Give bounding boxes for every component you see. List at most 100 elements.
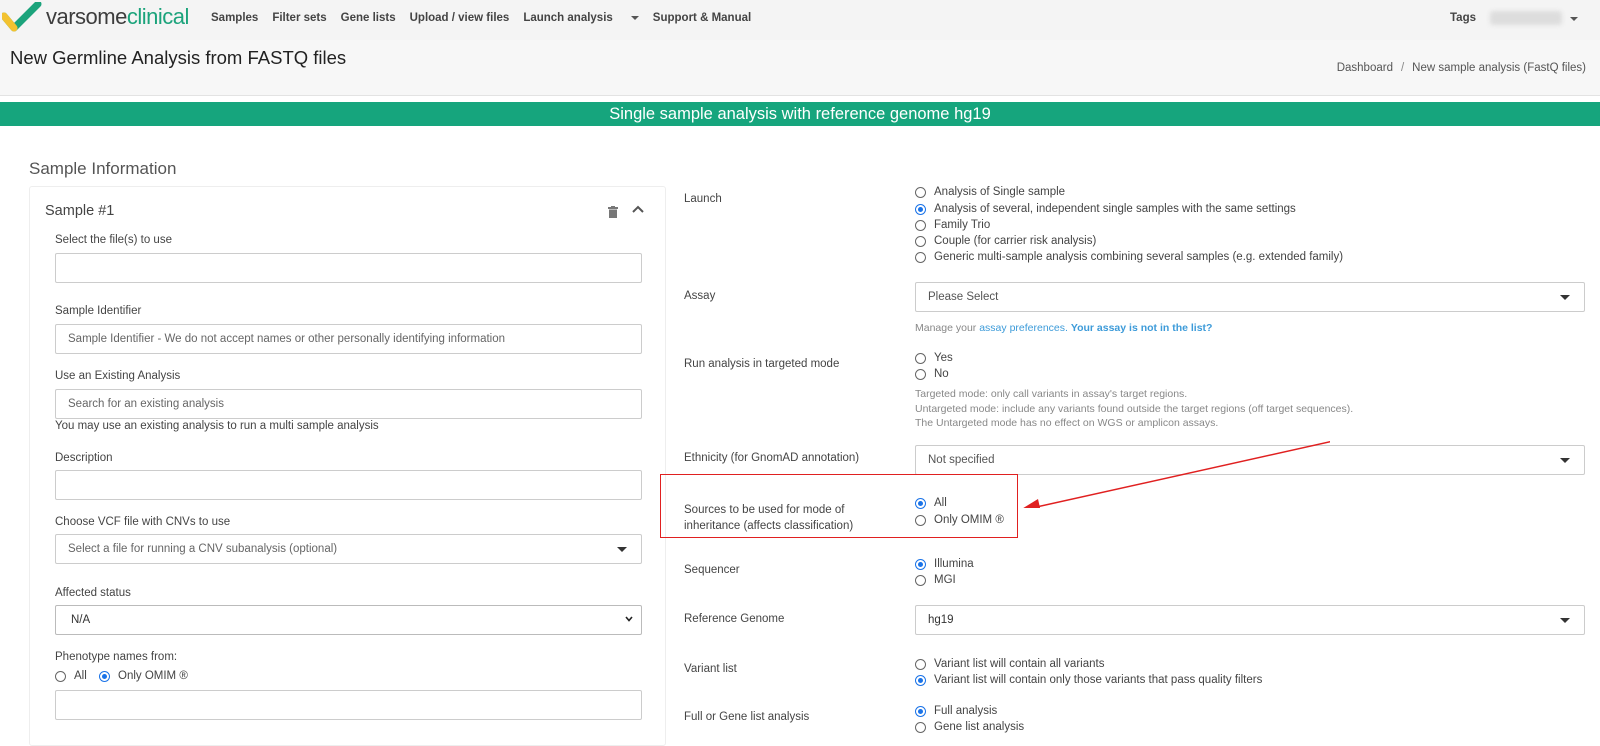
dropdown-caret-icon <box>1560 458 1570 463</box>
varsome-logo[interactable]: varsomeclinical <box>2 2 192 32</box>
existing-analysis-placeholder: Search for an existing analysis <box>68 398 224 410</box>
phenotype-input[interactable] <box>55 690 642 720</box>
radio-button-selected[interactable] <box>915 674 926 686</box>
breadcrumb-dashboard[interactable]: Dashboard <box>1337 62 1393 74</box>
radio-button[interactable] <box>915 352 926 364</box>
radio-button[interactable] <box>915 186 926 198</box>
full-analysis-radio[interactable]: Full analysis <box>915 705 997 717</box>
radio-button-selected[interactable] <box>915 203 926 215</box>
user-menu-blurred[interactable] <box>1490 11 1562 25</box>
trash-icon[interactable] <box>608 206 618 218</box>
nav-menu: Samples Filter sets Gene lists Upload / … <box>211 12 765 24</box>
variant-all[interactable]: Variant list will contain all variants <box>915 658 1104 670</box>
chevron-down-icon <box>625 616 633 622</box>
sample-information-title: Sample Information <box>29 159 177 178</box>
sequencer-illumina[interactable]: Illumina <box>915 558 974 570</box>
sample-card-title: Sample #1 <box>45 203 115 219</box>
assay-not-in-list-link[interactable]: Your assay is not in the list? <box>1071 322 1213 334</box>
nav-tags[interactable]: Tags <box>1450 12 1476 24</box>
launch-option-label: Generic multi-sample analysis combining … <box>934 251 1344 263</box>
launch-option-trio[interactable]: Family Trio <box>915 219 990 231</box>
inheritance-omim[interactable]: Only OMIM ® <box>915 514 1004 526</box>
dropdown-caret-icon <box>1560 618 1570 623</box>
launch-option-multi[interactable]: Generic multi-sample analysis combining … <box>915 251 1343 263</box>
nav-launch-analysis-label: Launch analysis <box>523 12 613 24</box>
launch-option-couple[interactable]: Couple (for carrier risk analysis) <box>915 235 1096 247</box>
radio-button[interactable] <box>915 235 926 247</box>
radio-button-selected[interactable] <box>915 497 926 509</box>
radio-button[interactable] <box>915 368 926 380</box>
nav-filter-sets[interactable]: Filter sets <box>272 12 326 24</box>
chevron-up-icon[interactable] <box>632 204 644 214</box>
phenotype-radio-omim[interactable]: Only OMIM ® <box>99 670 188 682</box>
assay-preferences-link[interactable]: assay preferences. <box>979 322 1068 334</box>
nav-gene-lists[interactable]: Gene lists <box>341 12 396 24</box>
launch-option-label: Analysis of Single sample <box>934 186 1066 198</box>
chevron-down-icon <box>630 15 639 20</box>
page-title: New Germline Analysis from FASTQ files <box>10 47 347 68</box>
radio-button[interactable] <box>915 514 926 526</box>
ethnicity-label: Ethnicity (for GnomAD annotation) <box>684 452 860 464</box>
launch-option-label: Analysis of several, independent single … <box>934 203 1296 215</box>
radio-button-selected[interactable] <box>99 670 110 682</box>
gene-list-analysis-label: Full or Gene list analysis <box>684 711 810 723</box>
variant-list-label: Variant list <box>684 663 737 675</box>
breadcrumb-separator: / <box>1400 62 1405 74</box>
description-input[interactable] <box>55 470 642 500</box>
breadcrumb-current: New sample analysis (FastQ files) <box>1412 62 1586 74</box>
radio-button[interactable] <box>915 658 926 670</box>
inheritance-all[interactable]: All <box>915 497 947 509</box>
vcf-cnv-label: Choose VCF file with CNVs to use <box>55 516 231 528</box>
nav-upload-files[interactable]: Upload / view files <box>410 12 510 24</box>
files-label: Select the file(s) to use <box>55 234 172 246</box>
launch-option-label: Family Trio <box>934 219 991 231</box>
radio-button[interactable] <box>915 574 926 586</box>
files-input[interactable] <box>55 253 642 283</box>
sample-identifier-input[interactable]: Sample Identifier - We do not accept nam… <box>55 324 642 354</box>
existing-analysis-label: Use an Existing Analysis <box>55 370 181 382</box>
sequencer-mgi-label: MGI <box>934 574 956 586</box>
user-chevron-down-icon[interactable] <box>1570 17 1578 21</box>
radio-button-selected[interactable] <box>915 558 926 570</box>
radio-button[interactable] <box>915 219 926 231</box>
variant-all-label: Variant list will contain all variants <box>934 658 1105 670</box>
variant-pass-label: Variant list will contain only those var… <box>934 674 1263 686</box>
breadcrumb: Dashboard / New sample analysis (FastQ fil… <box>1337 62 1586 74</box>
inheritance-label-line1: Sources to be used for mode of <box>684 504 845 516</box>
reference-genome-value: hg19 <box>928 614 954 626</box>
launch-option-single[interactable]: Analysis of Single sample <box>915 186 1065 198</box>
targeted-help-1: Targeted mode: only call variants in ass… <box>915 388 1188 400</box>
gene-list-analysis-option-label: Gene list analysis <box>934 721 1025 733</box>
reference-genome-label: Reference Genome <box>684 613 785 625</box>
targeted-no[interactable]: No <box>915 368 949 380</box>
radio-button[interactable] <box>915 251 926 263</box>
radio-button[interactable] <box>55 670 66 682</box>
nav-launch-analysis[interactable]: Launch analysis <box>523 12 639 24</box>
reference-genome-dropdown[interactable]: hg19 <box>915 605 1585 635</box>
sequencer-illumina-label: Illumina <box>934 558 974 570</box>
inheritance-all-label: All <box>934 497 947 509</box>
targeted-yes-label: Yes <box>934 352 953 364</box>
full-analysis-label: Full analysis <box>934 705 998 717</box>
vcf-cnv-dropdown[interactable]: Select a file for running a CNV subanaly… <box>55 534 642 564</box>
affected-status-label: Affected status <box>55 587 131 599</box>
targeted-yes[interactable]: Yes <box>915 352 953 364</box>
radio-button[interactable] <box>915 721 926 733</box>
variant-pass-filters[interactable]: Variant list will contain only those var… <box>915 674 1262 686</box>
phenotype-omim-label: Only OMIM ® <box>118 670 188 682</box>
assay-dropdown[interactable]: Please Select <box>915 282 1585 312</box>
launch-option-several[interactable]: Analysis of several, independent single … <box>915 203 1296 215</box>
sample-identifier-label: Sample Identifier <box>55 305 142 317</box>
gene-list-analysis-radio[interactable]: Gene list analysis <box>915 721 1024 733</box>
ethnicity-value: Not specified <box>928 454 995 466</box>
phenotype-radio-all[interactable]: All <box>55 670 87 682</box>
assay-help-text: Manage your <box>915 322 977 334</box>
nav-samples[interactable]: Samples <box>211 12 258 24</box>
sequencer-mgi[interactable]: MGI <box>915 574 956 586</box>
nav-support-manual[interactable]: Support & Manual <box>653 12 751 24</box>
vcf-cnv-placeholder: Select a file for running a CNV subanaly… <box>68 543 338 555</box>
radio-button-selected[interactable] <box>915 705 926 717</box>
existing-analysis-search[interactable]: Search for an existing analysis <box>55 389 642 419</box>
annotation-arrow-icon <box>1023 441 1330 508</box>
affected-status-select[interactable]: N/A <box>55 605 642 635</box>
